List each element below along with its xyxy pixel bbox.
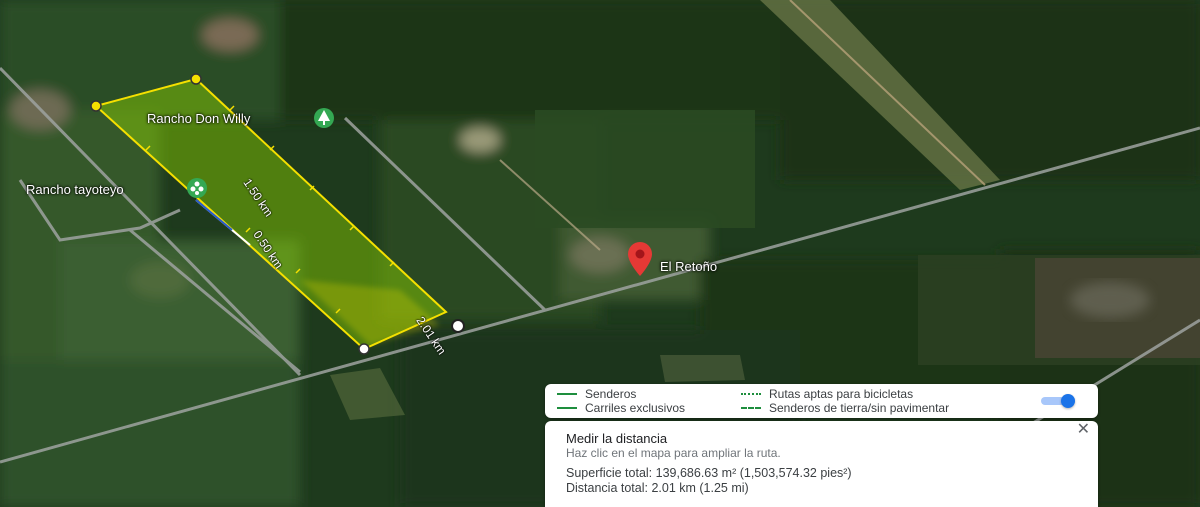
measure-distance-panel: Medir la distancia Haz clic en el mapa p… — [545, 421, 1098, 507]
toggle-knob — [1061, 394, 1075, 408]
legend-swatch-dotted — [741, 393, 761, 395]
flower-icon[interactable] — [187, 178, 207, 198]
total-area: Superficie total: 139,686.63 m² (1,503,5… — [566, 466, 852, 480]
place-label-rancho-don-willy[interactable]: Rancho Don Willy — [147, 111, 250, 126]
legend-swatch-dashed — [741, 407, 761, 409]
legend-item-bicicletas: Rutas aptas para bicicletas — [741, 387, 913, 401]
legend-item-tierra: Senderos de tierra/sin pavimentar — [741, 401, 949, 415]
legend-item-senderos: Senderos — [557, 387, 636, 401]
place-label-rancho-tayoteyo[interactable]: Rancho tayoteyo — [26, 182, 124, 197]
total-distance: Distancia total: 2.01 km (1.25 mi) — [566, 481, 749, 495]
legend-label: Senderos — [585, 387, 637, 401]
trails-toggle[interactable] — [1041, 394, 1081, 408]
legend-item-carriles: Carriles exclusivos — [557, 401, 685, 415]
close-icon[interactable]: ✕ — [1077, 422, 1090, 438]
legend-label: Carriles exclusivos — [585, 401, 686, 415]
park-icon[interactable] — [314, 108, 334, 128]
trail-legend: Senderos Carriles exclusivos Rutas aptas… — [545, 384, 1098, 418]
legend-swatch-solid — [557, 393, 577, 395]
legend-swatch-solid — [557, 407, 577, 409]
legend-label: Rutas aptas para bicicletas — [769, 387, 914, 401]
measure-hint: Haz clic en el mapa para ampliar la ruta… — [566, 446, 781, 460]
measure-title: Medir la distancia — [566, 431, 668, 446]
place-label-el-retono[interactable]: El Retoño — [660, 259, 717, 274]
legend-label: Senderos de tierra/sin pavimentar — [769, 401, 950, 415]
